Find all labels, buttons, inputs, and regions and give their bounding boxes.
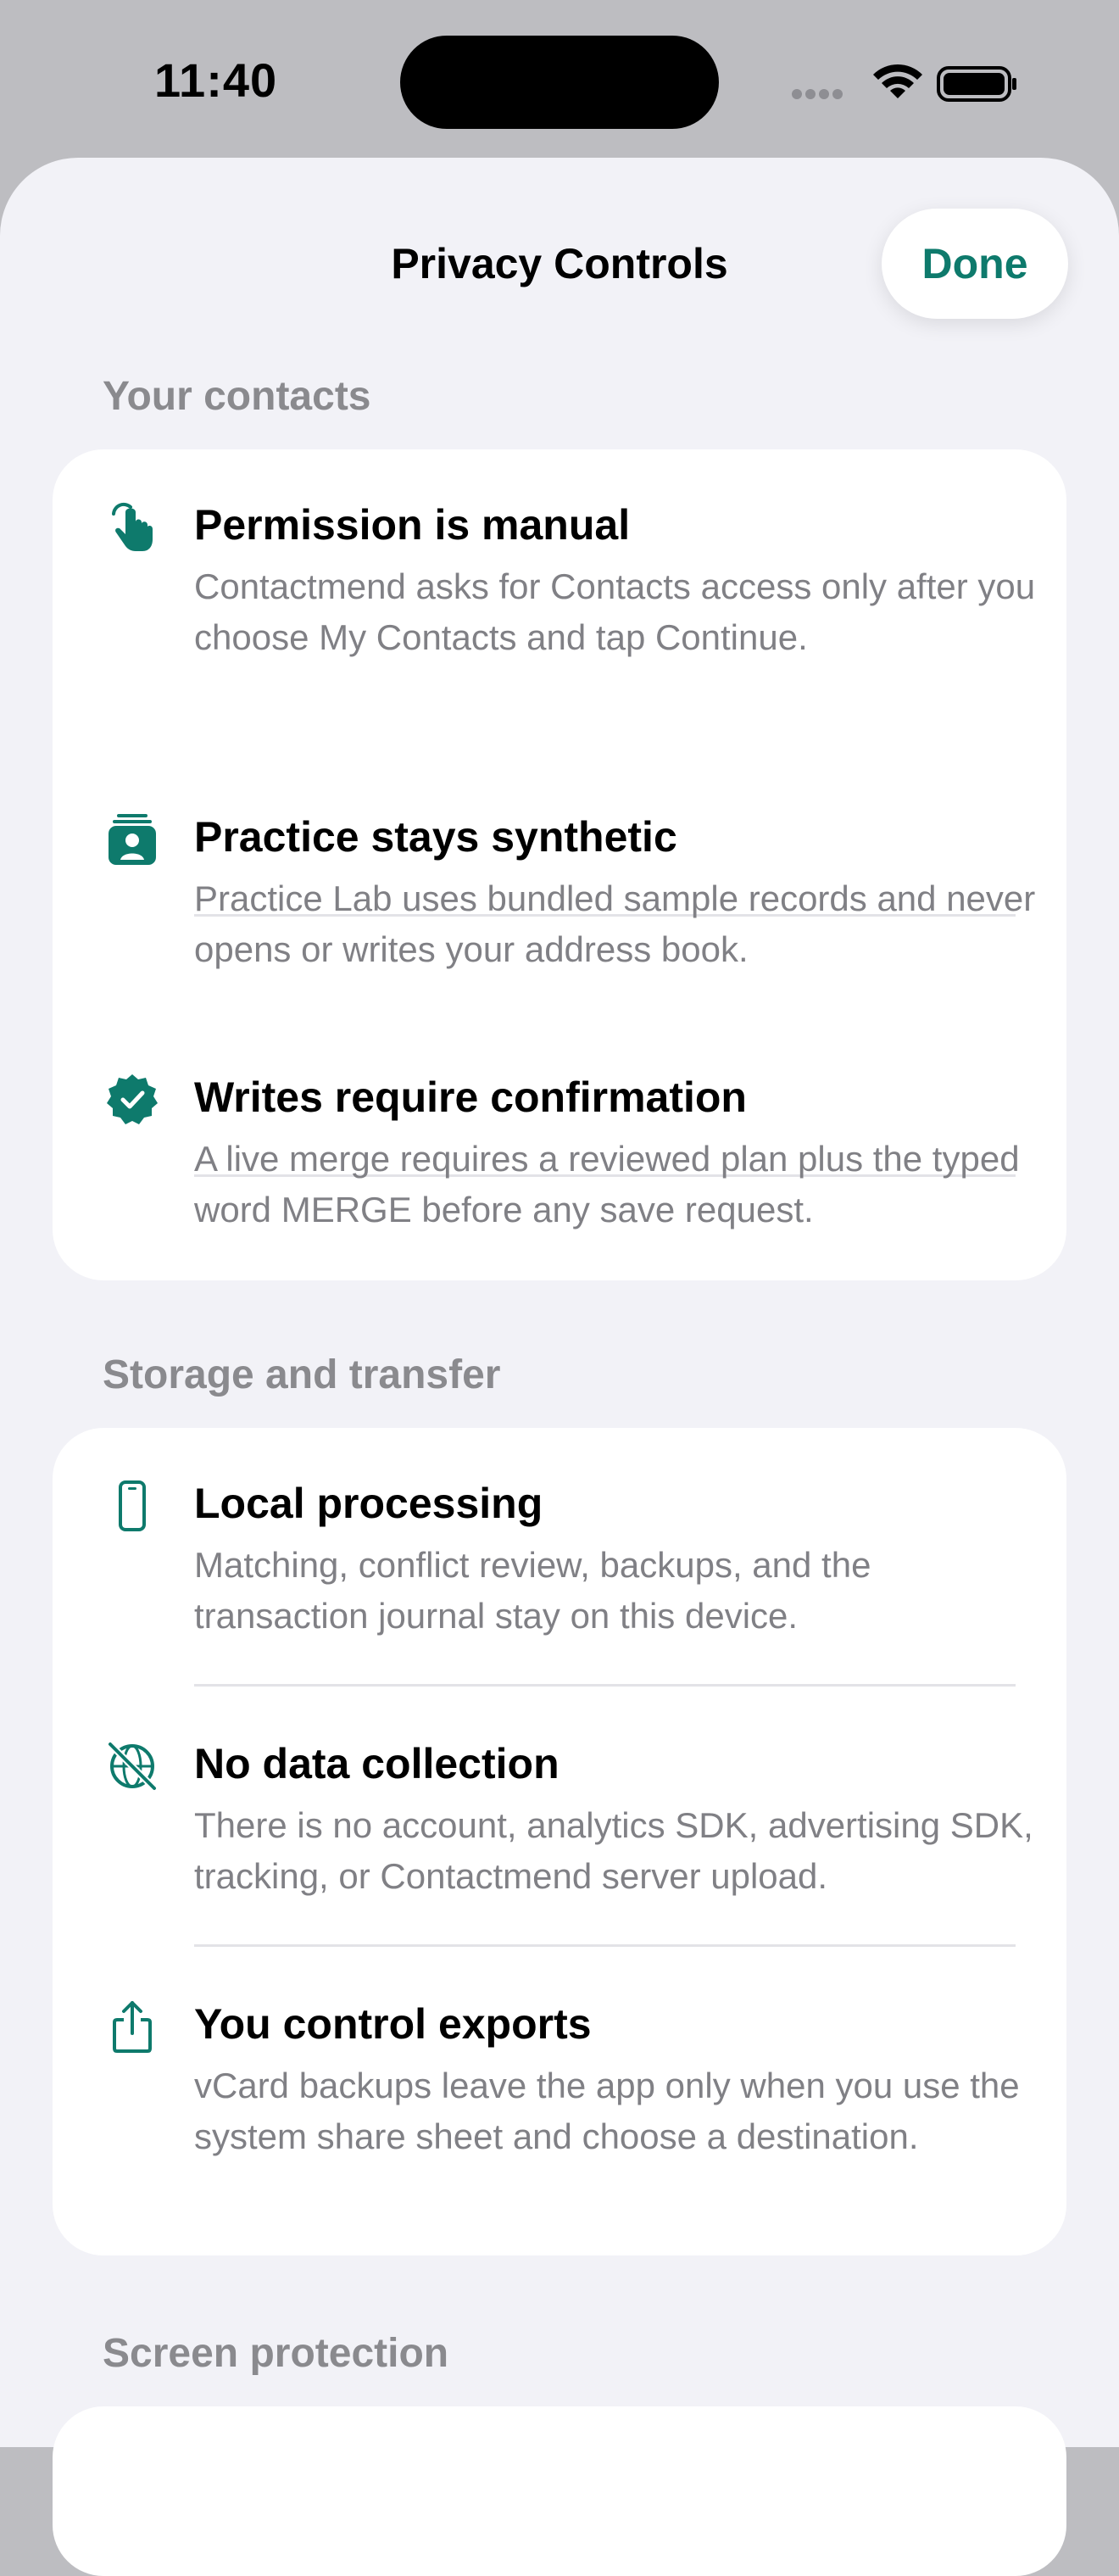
status-bar: 11:40 bbox=[0, 0, 1119, 161]
row-title: No data collection bbox=[194, 1740, 560, 1787]
section-header-your-contacts: Your contacts bbox=[103, 374, 371, 419]
share-icon bbox=[113, 2001, 152, 2053]
signal-dots-icon bbox=[792, 88, 846, 103]
row-title: Writes require confirmation bbox=[194, 1073, 747, 1121]
wifi-icon bbox=[873, 64, 922, 98]
divider bbox=[194, 1944, 1016, 1947]
dynamic-island bbox=[400, 36, 719, 129]
row-description: Matching, conflict review, backups, and … bbox=[194, 1545, 871, 1636]
status-icons bbox=[788, 61, 1026, 103]
phone-icon bbox=[119, 1480, 146, 1531]
list-item-no-data-collection: No data collection There is no account, … bbox=[53, 1739, 1066, 1909]
card-screen-protection bbox=[53, 2406, 1066, 2576]
hand-tap-icon bbox=[112, 502, 153, 551]
list-item-writes-confirmation: Writes require confirmation A live merge… bbox=[53, 1073, 1066, 1242]
row-description: Contactmend asks for Contacts access onl… bbox=[194, 566, 1036, 657]
row-description: Practice Lab uses bundled sample records… bbox=[194, 878, 1036, 969]
done-button[interactable]: Done bbox=[882, 209, 1068, 319]
list-item-local-processing: Local processing Matching, conflict revi… bbox=[53, 1479, 1066, 1648]
status-time: 11:40 bbox=[154, 53, 278, 107]
row-description: vCard backups leave the app only when yo… bbox=[194, 2066, 1020, 2156]
contact-card-icon bbox=[109, 814, 156, 865]
globe-slash-icon bbox=[108, 1742, 157, 1791]
row-description: A live merge requires a reviewed plan pl… bbox=[194, 1139, 1020, 1229]
list-item-practice-synthetic: Practice stays synthetic Practice Lab us… bbox=[53, 812, 1066, 982]
privacy-controls-sheet: Privacy Controls Done Your contacts Perm… bbox=[0, 158, 1119, 2576]
section-header-screen-protection: Screen protection bbox=[103, 2331, 449, 2376]
card-storage-transfer: Local processing Matching, conflict revi… bbox=[53, 1428, 1066, 2255]
divider bbox=[194, 1684, 1016, 1687]
row-title: Local processing bbox=[194, 1480, 543, 1527]
list-item-permission-manual: Permission is manual Contactmend asks fo… bbox=[53, 500, 1066, 704]
row-title: Practice stays synthetic bbox=[194, 813, 677, 861]
row-title: You control exports bbox=[194, 2000, 592, 2048]
list-item-you-control-exports: You control exports vCard backups leave … bbox=[53, 1999, 1066, 2203]
battery-icon bbox=[937, 66, 1016, 102]
verified-seal-icon bbox=[107, 1074, 158, 1124]
section-header-storage-transfer: Storage and transfer bbox=[103, 1352, 501, 1397]
row-title: Permission is manual bbox=[194, 501, 631, 549]
card-your-contacts: Permission is manual Contactmend asks fo… bbox=[53, 449, 1066, 1280]
row-description: There is no account, analytics SDK, adve… bbox=[194, 1805, 1033, 1896]
